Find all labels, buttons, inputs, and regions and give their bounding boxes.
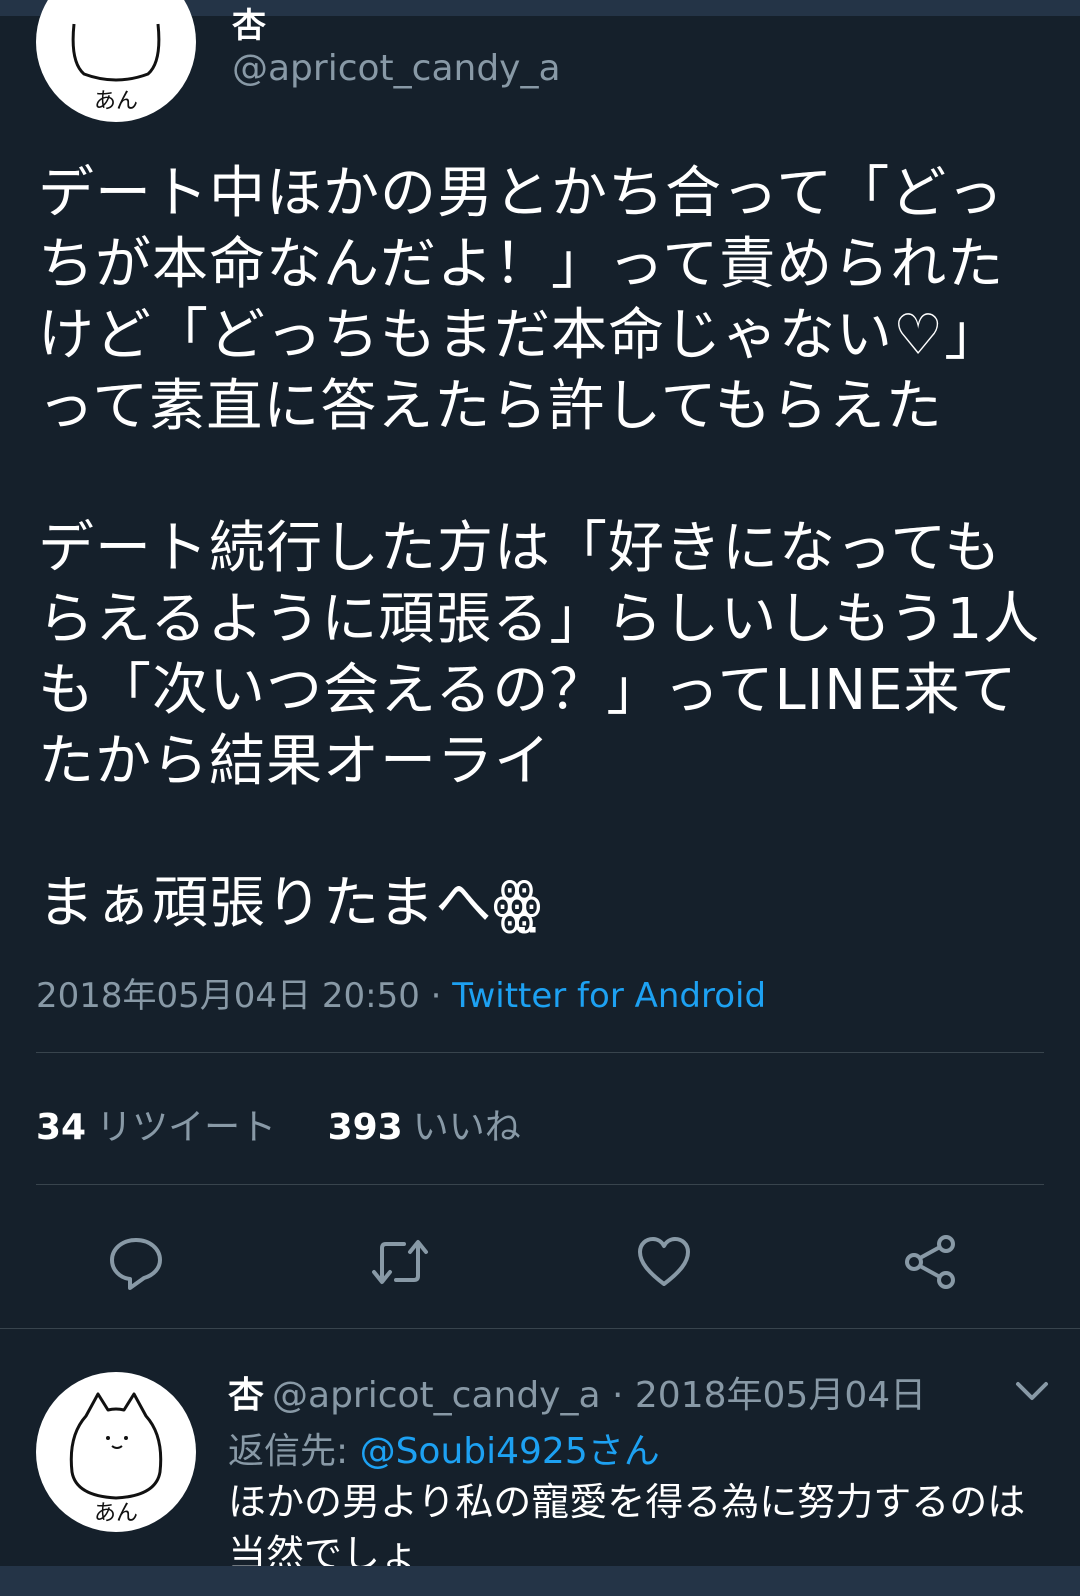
chevron-down-icon xyxy=(1016,1382,1048,1400)
tweet-stats: 34 リツイート 393 いいね xyxy=(36,1098,521,1150)
avatar-caption: あん xyxy=(94,1501,138,1526)
like-button[interactable] xyxy=(632,1230,696,1294)
divider xyxy=(36,1184,1044,1185)
tweet-text: デート中ほかの男とかち合って「どっちが本命なんだよ！」って責められたけど「どっち… xyxy=(38,158,1048,939)
tweet-paragraph: まぁ頑張りたまへꙮ̤ xyxy=(38,868,1048,939)
tweet-timestamp: 2018年05月04日 20:50 xyxy=(36,976,420,1016)
reply-text: ほかの男より私の寵愛を得る為に努力するのは当然でしょ xyxy=(228,1480,1026,1576)
tweet-source-link[interactable]: Twitter for Android xyxy=(452,976,766,1016)
retweet-label[interactable]: リツイート xyxy=(96,1107,276,1148)
author-handle[interactable]: @apricot_candy_a xyxy=(232,48,561,89)
author-avatar[interactable]: あん xyxy=(36,0,196,122)
replying-to-label: 返信先: xyxy=(228,1431,360,1472)
replying-to: 返信先: @Soubi4925さん xyxy=(228,1422,660,1474)
replying-to-mention[interactable]: @Soubi4925さん xyxy=(360,1431,660,1472)
share-icon xyxy=(905,1235,955,1289)
more-options-button[interactable] xyxy=(1012,1376,1052,1406)
heart-icon xyxy=(638,1237,690,1286)
divider xyxy=(36,1052,1044,1053)
tweet-paragraph: デート中ほかの男とかち合って「どっちが本命なんだよ！」って責められたけど「どっち… xyxy=(38,161,1005,439)
like-count[interactable]: 393 xyxy=(328,1107,403,1148)
reply-author-name[interactable]: 杏 xyxy=(228,1375,264,1416)
tweet-emoji: ꙮ̤ xyxy=(492,871,543,936)
reply-date: 2018年05月04日 xyxy=(634,1375,927,1416)
retweet-count[interactable]: 34 xyxy=(36,1107,86,1148)
cat-drawing-icon: あん xyxy=(71,23,161,114)
reply-icon xyxy=(110,1238,162,1290)
reply-author-avatar[interactable]: あん xyxy=(36,1372,196,1532)
meta-separator: · xyxy=(419,976,453,1016)
reply-button[interactable] xyxy=(104,1230,168,1294)
share-button[interactable] xyxy=(898,1230,962,1294)
retweet-icon xyxy=(372,1240,428,1284)
cat-drawing-icon: あん xyxy=(69,1392,163,1526)
reply-separator: · xyxy=(600,1375,635,1416)
author-name[interactable]: 杏 xyxy=(232,0,266,47)
avatar-caption: あん xyxy=(94,89,138,114)
navigation-bar xyxy=(0,1566,1080,1596)
retweet-button[interactable] xyxy=(368,1230,432,1294)
tweet-meta: 2018年05月04日 20:50 · Twitter for Android xyxy=(36,968,766,1017)
tweet-paragraph-text: まぁ頑張りたまへ xyxy=(38,871,493,936)
divider xyxy=(0,1328,1080,1329)
reply-header: 杏 @apricot_candy_a · 2018年05月04日 xyxy=(228,1366,926,1418)
reply-author-handle[interactable]: @apricot_candy_a xyxy=(272,1375,601,1416)
tweet-paragraph: デート続行した方は「好きになってもらえるように頑張る」らしいしもう1人も「次いつ… xyxy=(38,516,1041,794)
like-label[interactable]: いいね xyxy=(413,1107,521,1148)
